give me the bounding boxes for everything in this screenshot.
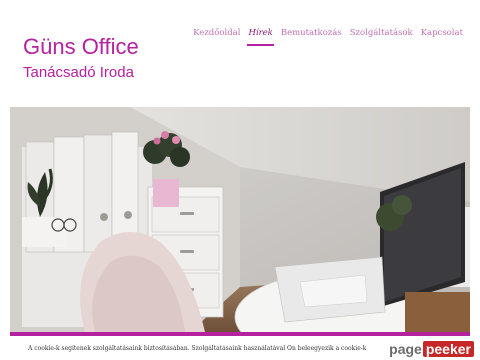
hero-accent-bar [10,332,470,336]
brand-title[interactable]: Güns Office [23,35,139,59]
main-nav: Kezdőoldal Hírek Bemutatkozás Szolgáltat… [193,28,463,46]
nav-item-kezdooldal[interactable]: Kezdőoldal [193,28,240,46]
cookie-bar: A cookie-k segítenek szolgáltatásaink bi… [0,338,480,360]
pagepeeker-logo: page peeker [389,340,474,358]
nav-item-szolgaltatasok[interactable]: Szolgáltatások [350,28,413,46]
pagepeeker-logo-page: page [389,341,422,357]
nav-item-hirek[interactable]: Hírek [247,28,275,46]
site-header: Güns Office Tanácsadó Iroda Kezdőoldal H… [0,0,480,100]
brand[interactable]: Güns Office Tanácsadó Iroda [23,35,139,82]
brand-subtitle: Tanácsadó Iroda [23,64,134,81]
hero-image [10,107,470,332]
pagepeeker-logo-peeker: peeker [422,341,474,357]
nav-item-kapcsolat[interactable]: Kapcsolat [421,28,463,46]
nav-item-bemutatkozas[interactable]: Bemutatkozás [281,28,342,46]
cookie-notice: A cookie-k segítenek szolgáltatásaink bi… [28,345,368,352]
office-photo [10,107,470,332]
